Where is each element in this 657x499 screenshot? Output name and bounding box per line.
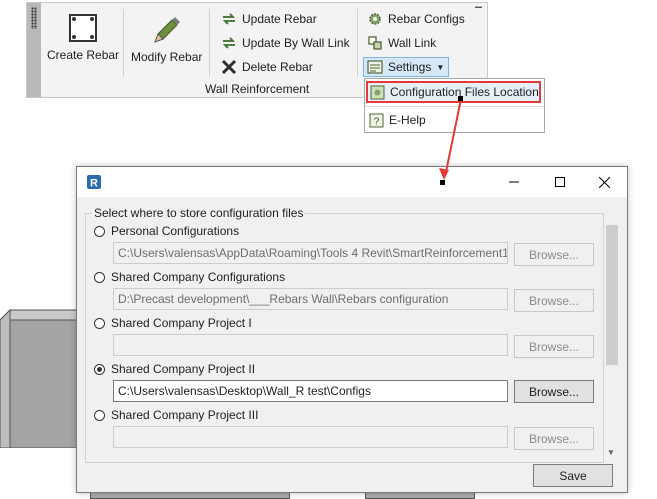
radio-button[interactable] xyxy=(94,409,105,421)
ribbon-separator xyxy=(357,9,358,77)
modify-rebar-button[interactable]: Modify Rebar xyxy=(131,9,202,64)
browse-button[interactable]: Browse... xyxy=(514,380,594,403)
svg-text:?: ? xyxy=(374,116,380,127)
browse-button[interactable]: Browse... xyxy=(514,243,594,266)
close-icon xyxy=(598,176,610,188)
update-rebar-button[interactable]: Update Rebar xyxy=(221,9,317,29)
radio-shared-company-project-1[interactable]: Shared Company Project I xyxy=(94,316,252,330)
scroll-down-icon[interactable]: ▼ xyxy=(607,448,615,457)
maximize-icon xyxy=(555,177,565,187)
browse-button[interactable]: Browse... xyxy=(514,335,594,358)
radio-button[interactable] xyxy=(94,271,105,283)
option-label: Shared Company Project I xyxy=(111,316,252,330)
project-3-path-field[interactable] xyxy=(113,426,508,448)
group-title: Select where to store configuration file… xyxy=(92,206,306,220)
shared-company-config-path-field[interactable]: D:\Precast development\___Rebars Wall\Re… xyxy=(113,288,508,310)
link-icon xyxy=(368,36,382,50)
radio-personal-configurations[interactable]: Personal Configurations xyxy=(94,224,239,238)
refresh-icon xyxy=(222,13,236,25)
minimize-icon xyxy=(509,181,519,183)
gear-icon xyxy=(369,13,381,25)
dialog-titlebar[interactable]: R xyxy=(77,167,627,197)
maximize-button[interactable] xyxy=(537,167,583,197)
radio-shared-company-project-3[interactable]: Shared Company Project III xyxy=(94,408,258,422)
radio-shared-company-project-2[interactable]: Shared Company Project II xyxy=(94,362,255,376)
save-button[interactable]: Save xyxy=(533,464,613,487)
menu-item-e-help[interactable]: ? E-Help xyxy=(367,109,426,131)
radio-shared-company-configurations[interactable]: Shared Company Configurations xyxy=(94,270,285,284)
modify-rebar-label: Modify Rebar xyxy=(131,50,203,64)
configuration-dialog: R Select where to store configuration fi… xyxy=(76,166,628,493)
ribbon-separator xyxy=(209,9,210,77)
delete-rebar-label: Delete Rebar xyxy=(242,60,313,74)
option-label: Personal Configurations xyxy=(111,224,240,238)
collapse-arrow-icon[interactable]: ▔ xyxy=(475,7,482,18)
menu-item-label: Configuration Files Location xyxy=(390,85,539,99)
chevron-down-icon: ▼ xyxy=(436,62,445,72)
delete-x-icon xyxy=(221,59,237,75)
menu-item-configuration-files-location[interactable]: Configuration Files Location xyxy=(366,81,541,103)
browse-button[interactable]: Browse... xyxy=(514,289,594,312)
rebar-configs-button[interactable]: Rebar Configs xyxy=(367,9,465,29)
project-2-path-field[interactable]: C:\Users\valensas\Desktop\Wall_R test\Co… xyxy=(113,380,508,402)
settings-panel-icon xyxy=(367,60,383,74)
personal-config-path-field[interactable]: C:\Users\valensas\AppData\Roaming\Tools … xyxy=(113,242,508,264)
help-icon: ? xyxy=(369,113,384,127)
update-by-wall-link-button[interactable]: Update By Wall Link xyxy=(221,33,350,53)
wall-link-label: Wall Link xyxy=(388,36,437,50)
update-rebar-label: Update Rebar xyxy=(242,12,317,26)
minimize-button[interactable] xyxy=(491,167,537,197)
create-rebar-icon xyxy=(69,14,98,42)
browse-button[interactable]: Browse... xyxy=(514,427,594,450)
panel-title: Wall Reinforcement xyxy=(205,82,310,96)
option-label: Shared Company Project II xyxy=(111,362,256,376)
settings-dropdown-menu: Configuration Files Location ? E-Help xyxy=(364,78,545,133)
radio-button-selected[interactable] xyxy=(94,363,105,375)
close-button[interactable] xyxy=(581,167,627,197)
settings-label: Settings xyxy=(388,60,432,74)
menu-separator xyxy=(365,106,544,107)
rebar-configs-label: Rebar Configs xyxy=(388,12,465,26)
ribbon-separator xyxy=(123,9,124,77)
update-by-wall-link-label: Update By Wall Link xyxy=(242,36,350,50)
project-1-path-field[interactable] xyxy=(113,334,508,356)
vertical-scrollbar[interactable]: ▼ xyxy=(605,221,619,457)
option-label: Shared Company Configurations xyxy=(111,270,286,284)
wall-link-button[interactable]: Wall Link xyxy=(367,33,436,53)
create-rebar-label: Create Rebar xyxy=(47,48,120,62)
delete-rebar-button[interactable]: Delete Rebar xyxy=(221,57,313,77)
config-files-icon xyxy=(370,85,385,99)
revit-app-icon: R xyxy=(87,175,101,190)
scrollbar-thumb[interactable] xyxy=(606,225,618,365)
settings-dropdown-button[interactable]: Settings ▼ xyxy=(363,57,450,77)
wall-3d-shape xyxy=(0,308,80,448)
create-rebar-button[interactable]: Create Rebar xyxy=(47,9,119,62)
option-label: Shared Company Project III xyxy=(111,408,259,422)
pencil-icon xyxy=(153,17,180,43)
radio-button[interactable] xyxy=(94,225,105,237)
refresh-link-icon xyxy=(222,37,236,49)
panel-grip[interactable] xyxy=(27,3,41,97)
radio-button[interactable] xyxy=(94,317,105,329)
app-icon-letter: R xyxy=(90,178,98,190)
menu-item-label: E-Help xyxy=(389,113,426,127)
